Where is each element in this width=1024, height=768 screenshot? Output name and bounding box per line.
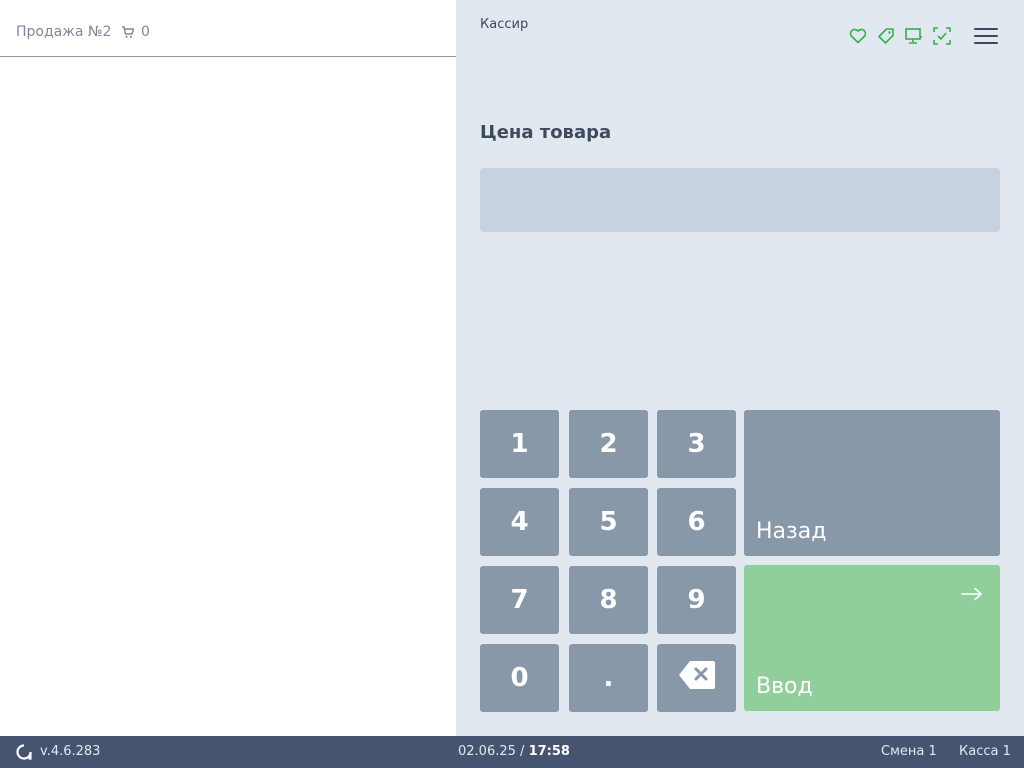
key-3[interactable]: 3 [657, 410, 736, 478]
backspace-button[interactable] [657, 644, 736, 712]
key-dot[interactable]: . [569, 644, 648, 712]
key-2[interactable]: 2 [569, 410, 648, 478]
key-9[interactable]: 9 [657, 566, 736, 634]
shift-label: Смена 1 [881, 744, 937, 759]
sale-header: Продажа №2 0 [0, 0, 456, 57]
key-0[interactable]: 0 [480, 644, 559, 712]
key-8[interactable]: 8 [569, 566, 648, 634]
price-label: Цена товара [480, 122, 612, 143]
time: 17:58 [528, 744, 570, 759]
tag-icon[interactable] [876, 26, 896, 46]
backspace-icon [677, 659, 717, 698]
till-label: Касса 1 [959, 744, 1011, 759]
app-version: v.4.6.283 [40, 744, 101, 759]
cart-indicator[interactable]: 0 [121, 24, 150, 40]
app-logo-icon [16, 744, 32, 760]
enter-label: Ввод [756, 674, 813, 699]
key-1[interactable]: 1 [480, 410, 559, 478]
date: 02.06.25 [458, 744, 516, 759]
date-time: 02.06.25 / 17:58 [458, 744, 570, 759]
enter-button[interactable]: Ввод [744, 565, 1000, 711]
user-role: Кассир [480, 17, 529, 32]
scan-check-icon[interactable] [932, 26, 952, 46]
heart-icon[interactable] [848, 26, 868, 46]
status-icons [848, 26, 952, 46]
input-panel: Кассир Цена товара 1 2 3 Назад 4 5 6 7 8… [456, 0, 1024, 736]
arrow-right-icon [960, 583, 984, 608]
monitor-icon[interactable] [904, 26, 924, 46]
key-4[interactable]: 4 [480, 488, 559, 556]
key-6[interactable]: 6 [657, 488, 736, 556]
hamburger-menu-icon[interactable] [972, 26, 1000, 46]
status-bar: v.4.6.283 02.06.25 / 17:58 Смена 1 Касса… [0, 736, 1024, 768]
cart-icon [121, 25, 135, 39]
sale-panel: Продажа №2 0 [0, 0, 456, 736]
price-input[interactable] [480, 168, 1000, 232]
sale-title[interactable]: Продажа №2 [16, 24, 111, 40]
date-time-separator: / [520, 744, 525, 759]
cart-count: 0 [141, 24, 150, 40]
key-5[interactable]: 5 [569, 488, 648, 556]
key-7[interactable]: 7 [480, 566, 559, 634]
back-button[interactable]: Назад [744, 410, 1000, 556]
